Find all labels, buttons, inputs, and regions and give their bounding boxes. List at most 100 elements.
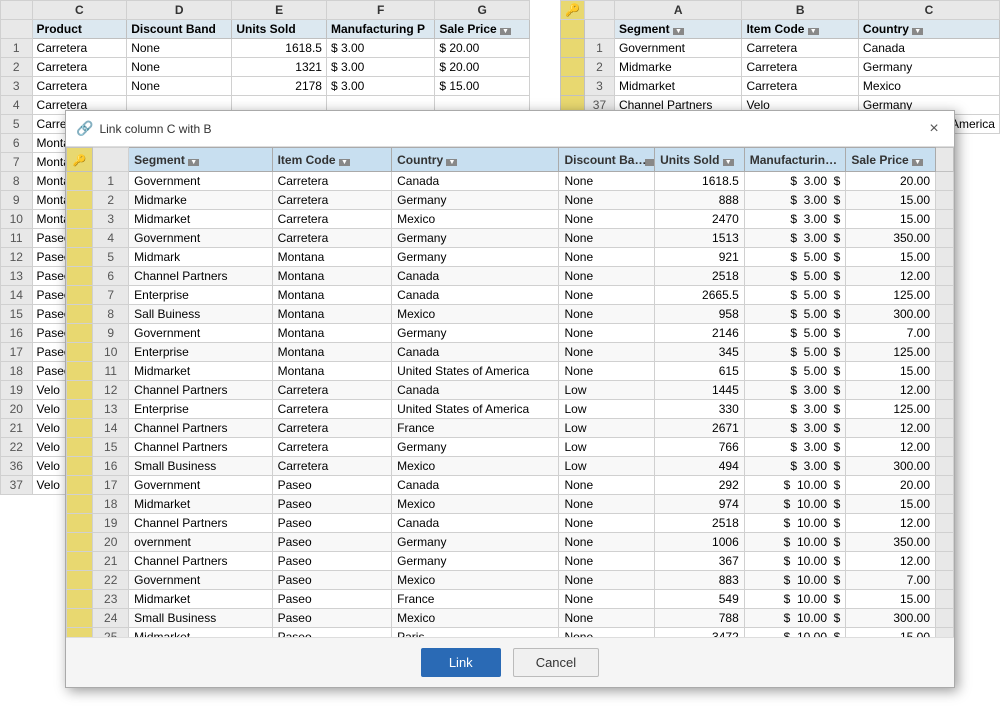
dialog-close-button[interactable]: × — [924, 119, 944, 139]
scroll-cell — [936, 172, 954, 191]
units-cell: 330 — [655, 400, 745, 419]
segment-cell: Enterprise — [129, 343, 272, 362]
discount-cell: None — [559, 533, 655, 552]
scroll-cell — [936, 248, 954, 267]
country-cell: Germany — [392, 229, 559, 248]
key-cell — [67, 552, 93, 571]
country-cell: Germany — [392, 438, 559, 457]
row-num-cell: 19 — [93, 514, 129, 533]
scroll-cell — [936, 495, 954, 514]
sale-cell: 20.00 — [846, 476, 936, 495]
cancel-button[interactable]: Cancel — [513, 648, 599, 677]
sale-cell: 15.00 — [846, 191, 936, 210]
col-rownum-header — [93, 148, 129, 172]
discount-cell: None — [559, 590, 655, 609]
key-cell — [67, 533, 93, 552]
bg-right-row: 3MidmarketCarreteraMexico — [561, 77, 1000, 96]
scroll-cell — [936, 305, 954, 324]
key-cell — [67, 362, 93, 381]
dialog-table-row: 11 Midmarket Montana United States of Am… — [67, 362, 954, 381]
key-cell — [67, 267, 93, 286]
key-cell — [67, 609, 93, 628]
mfg-cell: $ 5.00 $ — [744, 267, 846, 286]
item-code-cell: Carretera — [272, 419, 392, 438]
bg-right-item-header: Item Code ▼ — [742, 20, 858, 39]
item-code-cell: Montana — [272, 286, 392, 305]
units-cell: 2146 — [655, 324, 745, 343]
segment-cell: Channel Partners — [129, 514, 272, 533]
mfg-cell: $ 3.00 $ — [744, 438, 846, 457]
bg-col-units: Units Sold — [232, 20, 327, 39]
country-cell: Canada — [392, 172, 559, 191]
discount-cell: None — [559, 495, 655, 514]
dialog-table-row: 20 overnment Paseo Germany None 1006 $ 1… — [67, 533, 954, 552]
discount-cell: None — [559, 229, 655, 248]
units-cell: 883 — [655, 571, 745, 590]
row-num-cell: 5 — [93, 248, 129, 267]
link-button[interactable]: Link — [421, 648, 501, 677]
segment-cell: Small Business — [129, 609, 272, 628]
key-cell — [67, 286, 93, 305]
item-code-cell: Paseo — [272, 476, 392, 495]
scroll-cell — [936, 229, 954, 248]
country-cell: Germany — [392, 533, 559, 552]
dialog-table-row: 19 Channel Partners Paseo Canada None 25… — [67, 514, 954, 533]
item-code-cell: Montana — [272, 305, 392, 324]
mfg-cell: $ 10.00 $ — [744, 609, 846, 628]
link-column-dialog: 🔗 Link column C with B × — [65, 110, 955, 688]
discount-cell: None — [559, 324, 655, 343]
item-code-cell: Montana — [272, 343, 392, 362]
sale-cell: 12.00 — [846, 514, 936, 533]
row-num-cell: 11 — [93, 362, 129, 381]
mfg-cell: $ 3.00 $ — [744, 381, 846, 400]
item-code-cell: Carretera — [272, 210, 392, 229]
dialog-table-row: 22 Government Paseo Mexico None 883 $ 10… — [67, 571, 954, 590]
dialog-data-table: 🔑 Segment ▼ Item Code ▼ Country ▼ Discou… — [66, 147, 954, 637]
country-cell: Canada — [392, 514, 559, 533]
discount-cell: None — [559, 286, 655, 305]
bg-right-row: 2MidmarkeCarreteraGermany — [561, 58, 1000, 77]
dialog-table-row: 21 Channel Partners Paseo Germany None 3… — [67, 552, 954, 571]
row-num-cell: 1 — [93, 172, 129, 191]
sale-cell: 300.00 — [846, 457, 936, 476]
mfg-cell: $ 10.00 $ — [744, 533, 846, 552]
country-cell: Canada — [392, 267, 559, 286]
col-header-c: C — [32, 1, 127, 20]
row-num-cell: 9 — [93, 324, 129, 343]
discount-cell: Low — [559, 381, 655, 400]
row-num-cell: 20 — [93, 533, 129, 552]
segment-cell: Midmarket — [129, 495, 272, 514]
sale-cell: 12.00 — [846, 438, 936, 457]
country-cell: Canada — [392, 286, 559, 305]
mfg-cell: $ 5.00 $ — [744, 343, 846, 362]
discount-cell: None — [559, 267, 655, 286]
row-num-cell: 10 — [93, 343, 129, 362]
col-header-d: D — [127, 1, 232, 20]
bg-right-key: 🔑 — [561, 1, 585, 20]
country-cell: France — [392, 419, 559, 438]
dialog-table-row: 23 Midmarket Paseo France None 549 $ 10.… — [67, 590, 954, 609]
country-cell: Canada — [392, 343, 559, 362]
dialog-table-row: 7 Enterprise Montana Canada None 2665.5 … — [67, 286, 954, 305]
segment-cell: Midmarket — [129, 590, 272, 609]
key-cell — [67, 381, 93, 400]
bg-right-country-header: Country ▼ — [858, 20, 999, 39]
country-cell: United States of America — [392, 362, 559, 381]
discount-cell: Low — [559, 400, 655, 419]
sale-cell: 350.00 — [846, 533, 936, 552]
col-header-e: E — [232, 1, 327, 20]
key-cell — [67, 343, 93, 362]
segment-cell: Channel Partners — [129, 552, 272, 571]
mfg-cell: $ 5.00 $ — [744, 286, 846, 305]
sale-cell: 125.00 — [846, 286, 936, 305]
item-code-cell: Paseo — [272, 514, 392, 533]
units-cell: 2518 — [655, 514, 745, 533]
col-f-header: Manufacturing P ▼ — [744, 148, 846, 172]
key-cell — [67, 476, 93, 495]
scroll-cell — [936, 514, 954, 533]
scroll-cell — [936, 590, 954, 609]
dialog-table-row: 3 Midmarket Carretera Mexico None 2470 $… — [67, 210, 954, 229]
key-cell — [67, 229, 93, 248]
country-cell: Mexico — [392, 495, 559, 514]
discount-cell: None — [559, 552, 655, 571]
